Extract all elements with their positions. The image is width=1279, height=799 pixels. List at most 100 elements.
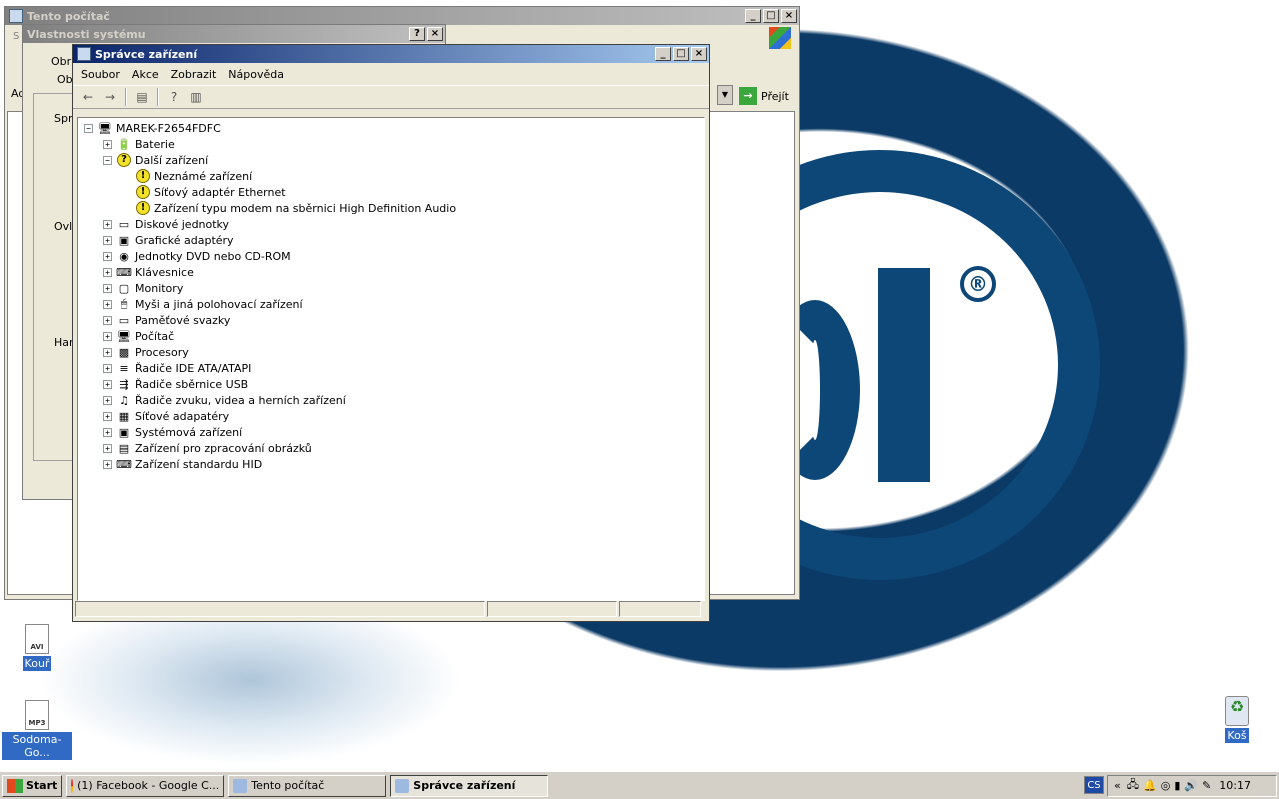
forward-icon[interactable]: → <box>102 89 118 105</box>
tree-category-label: Diskové jednotky <box>135 217 230 231</box>
tree-category[interactable]: + ◉ Jednotky DVD nebo CD-ROM <box>103 248 291 264</box>
minimize-button[interactable]: _ <box>745 9 761 23</box>
tree-category[interactable]: + ▣ Systémová zařízení <box>103 424 242 440</box>
tree-category[interactable]: + 🖥 Počítač <box>103 328 174 344</box>
taskbar-item-label: Tento počítač <box>251 779 325 792</box>
tree-device[interactable]: ! Zařízení typu modem na sběrnici High De… <box>135 200 456 216</box>
tree-device[interactable]: ! Neznámé zařízení <box>135 168 252 184</box>
wallpaper-logo-l <box>878 268 930 482</box>
disk-icon[interactable]: ◎ <box>1161 779 1171 792</box>
tree-category[interactable]: + ♫ Řadiče zvuku, videa a herních zařízení <box>103 392 346 408</box>
window-device-manager: Správce zařízení _ □ × Soubor Akce Zobra… <box>72 44 710 622</box>
titlebar[interactable]: Správce zařízení _ □ × <box>73 45 709 63</box>
start-label: Start <box>26 779 58 792</box>
tab-partial-1[interactable]: Obr <box>51 55 71 68</box>
desktop-icon-sodoma[interactable]: MP3 Sodoma-Go... <box>2 700 72 760</box>
properties-help-icon[interactable]: ? <box>166 89 182 105</box>
close-button[interactable]: × <box>691 47 707 61</box>
expand-toggle[interactable]: + <box>103 459 112 469</box>
unknown-device-icon: ? <box>116 153 132 167</box>
expand-toggle[interactable]: + <box>103 443 112 453</box>
avi-file-icon: AVI <box>25 624 49 654</box>
tree-category-label: Grafické adaptéry <box>135 233 234 247</box>
minimize-button[interactable]: _ <box>655 47 671 61</box>
unknown-device-icon: ! <box>135 185 151 199</box>
notification-icon[interactable]: 🔔 <box>1143 779 1157 792</box>
close-button[interactable]: × <box>427 27 443 41</box>
tree-category[interactable]: + ≡ Řadiče IDE ATA/ATAPI <box>103 360 251 376</box>
expand-toggle[interactable]: + <box>103 395 112 405</box>
titlebar[interactable]: Tento počítač _ □ × <box>5 7 799 25</box>
toolbar-separator <box>157 88 159 106</box>
tab-partial-2[interactable]: Ob <box>57 73 73 86</box>
tray-expand-chevron[interactable]: « <box>1114 779 1121 792</box>
volume-icon[interactable]: 🔊 <box>1184 779 1198 792</box>
address-dropdown-button[interactable]: ▼ <box>717 85 733 105</box>
expand-toggle[interactable]: + <box>103 379 112 389</box>
expand-toggle[interactable]: + <box>103 347 112 357</box>
hid-icon: ⌨ <box>116 457 132 471</box>
desktop-icon-kour[interactable]: AVI Kouř <box>2 624 72 671</box>
statusbar <box>75 601 707 619</box>
imaging-device-icon: ▤ <box>118 441 130 455</box>
tree-device[interactable]: ! Síťový adaptér Ethernet <box>135 184 286 200</box>
tree-category[interactable]: + ▩ Procesory <box>103 344 189 360</box>
help-button[interactable]: ? <box>409 27 425 41</box>
expand-toggle[interactable]: + <box>103 235 112 245</box>
expand-toggle[interactable]: + <box>103 363 112 373</box>
menu-akce[interactable]: Akce <box>126 68 165 81</box>
collapse-toggle[interactable]: − <box>84 123 93 133</box>
tree-category[interactable]: + ▭ Diskové jednotky <box>103 216 229 232</box>
back-icon[interactable]: ← <box>80 89 96 105</box>
tree-category[interactable]: + 🖱 Myši a jiná polohovací zařízení <box>103 296 303 312</box>
mp3-file-icon: MP3 <box>25 700 49 730</box>
expand-toggle[interactable]: + <box>103 331 112 341</box>
taskbar-item-facebook[interactable]: (1) Facebook - Google C... <box>66 774 225 797</box>
language-indicator[interactable]: CS <box>1084 776 1104 794</box>
tree-category[interactable]: + 🔋 Baterie <box>103 136 175 152</box>
show-hide-tree-icon[interactable]: ▤ <box>134 89 150 105</box>
network-icon[interactable]: 🖧 <box>1127 776 1139 795</box>
tree-category[interactable]: + ⌨ Zařízení standardu HID <box>103 456 262 472</box>
tree-category[interactable]: + ▭ Paměťové svazky <box>103 312 230 328</box>
expand-toggle[interactable]: + <box>103 411 112 421</box>
menu-soubor[interactable]: Soubor <box>75 68 126 81</box>
expand-toggle[interactable]: + <box>103 251 112 261</box>
go-button[interactable]: → Přejít <box>739 85 789 107</box>
tree-category[interactable]: + ▤ Zařízení pro zpracování obrázků <box>103 440 312 456</box>
desktop-icon-recycle-bin[interactable]: ♻ Koš <box>1202 696 1272 743</box>
taskbar-item-my-computer[interactable]: Tento počítač <box>228 774 387 797</box>
taskbar-item-device-manager[interactable]: Správce zařízení <box>390 774 549 797</box>
view-icon[interactable]: ▥ <box>188 89 204 105</box>
tree-category[interactable]: −? Další zařízení <box>103 152 208 168</box>
tree-category[interactable]: + ▣ Grafické adaptéry <box>103 232 234 248</box>
start-button[interactable]: Start <box>2 774 63 797</box>
expand-toggle[interactable]: + <box>103 315 112 325</box>
tree-category[interactable]: + ▦ Síťové adapatéry <box>103 408 229 424</box>
titlebar[interactable]: Vlastnosti systému ? × <box>23 25 445 43</box>
menu-napoveda[interactable]: Nápověda <box>222 68 290 81</box>
computer-icon: 🖥 <box>98 121 112 135</box>
tree-category-label: Řadiče IDE ATA/ATAPI <box>135 361 252 375</box>
expand-toggle[interactable]: + <box>103 219 112 229</box>
collapse-toggle[interactable]: − <box>103 155 112 165</box>
expand-toggle[interactable]: + <box>103 267 112 277</box>
expand-toggle[interactable]: + <box>103 427 112 437</box>
unknown-device-icon: ! <box>135 201 151 215</box>
maximize-button[interactable]: □ <box>763 9 779 23</box>
menu-zobrazit[interactable]: Zobrazit <box>165 68 223 81</box>
tree-category[interactable]: + ⇶ Řadiče sběrnice USB <box>103 376 248 392</box>
tree-category[interactable]: + ⌨ Klávesnice <box>103 264 194 280</box>
maximize-button[interactable]: □ <box>673 47 689 61</box>
expand-toggle[interactable]: + <box>103 283 112 293</box>
pen-icon[interactable]: ✎ <box>1202 779 1211 792</box>
status-pane-2 <box>487 601 617 617</box>
expand-toggle[interactable]: + <box>103 139 112 149</box>
tree-root[interactable]: − 🖥 MAREK-F2654FDFC <box>84 120 221 136</box>
tree-category[interactable]: + ▢ Monitory <box>103 280 183 296</box>
close-button[interactable]: × <box>781 9 797 23</box>
disk-icon: ▭ <box>118 217 130 231</box>
computer-icon <box>9 9 23 23</box>
battery-icon[interactable]: ▮ <box>1174 779 1180 792</box>
expand-toggle[interactable]: + <box>103 299 112 309</box>
